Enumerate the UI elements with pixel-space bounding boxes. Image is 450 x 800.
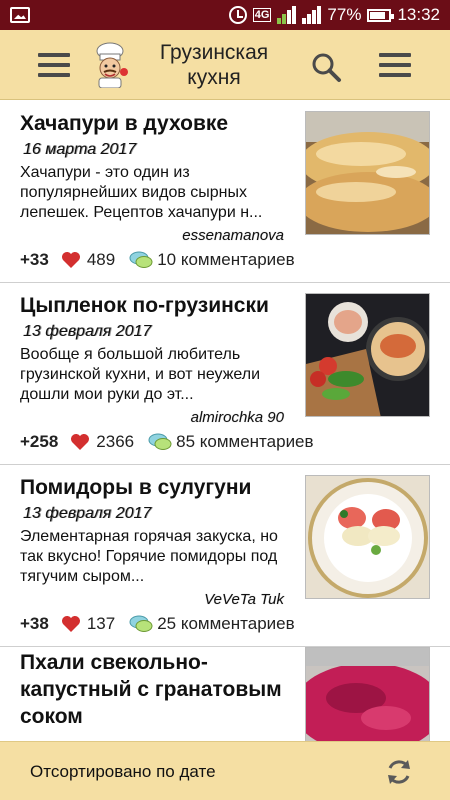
sort-label[interactable]: Отсортировано по дате: [30, 762, 216, 782]
chef-icon: [96, 42, 128, 88]
app-bar: Грузинская кухня: [0, 30, 450, 100]
recipe-author[interactable]: VeVeTa Tuk: [204, 591, 284, 608]
app-title: Грузинская кухня: [159, 41, 269, 89]
heart-icon[interactable]: [61, 615, 81, 633]
recipe-image[interactable]: [305, 647, 430, 741]
recipe-stats: +258 2366 85 комментариев: [20, 432, 314, 452]
network-type: 4G: [252, 8, 272, 22]
recipe-author[interactable]: essenamanova: [182, 227, 284, 244]
recipe-stats: +33 489 10 комментариев: [20, 250, 295, 270]
recipe-card[interactable]: Помидоры в сулугуни 13 февраля 2017 Элем…: [0, 465, 450, 647]
recipe-title[interactable]: Хачапури в духовке: [20, 111, 295, 137]
clock: 13:32: [397, 5, 440, 24]
battery-percent: 77%: [327, 5, 362, 24]
comments-icon[interactable]: [148, 432, 172, 452]
recipe-title[interactable]: Помидоры в сулугуни: [20, 475, 295, 501]
gallery-notification-icon: [10, 7, 30, 23]
recipe-excerpt: Элементарная горячая закуска, но так вку…: [20, 528, 278, 585]
recipe-date: 13 февраля 2017: [23, 323, 152, 340]
recipe-title[interactable]: Цыпленок по-грузински: [20, 293, 305, 319]
comments-icon[interactable]: [129, 250, 153, 270]
heart-icon[interactable]: [61, 251, 81, 269]
sort-bar: Отсортировано по дате: [0, 741, 450, 800]
recipe-author[interactable]: almirochka 90: [191, 409, 284, 426]
recipe-feed[interactable]: Хачапури в духовке 16 марта 2017 Хачапур…: [0, 101, 450, 741]
recipe-card[interactable]: Цыпленок по-грузински 13 февраля 2017 Во…: [0, 283, 450, 465]
recipe-image[interactable]: [305, 475, 430, 599]
recipe-card[interactable]: Пхали свекольно-капустный с гранатовым с…: [0, 647, 450, 741]
hamburger-menu-icon[interactable]: [38, 53, 70, 77]
karma-score: +38: [20, 614, 49, 633]
alarm-icon: [228, 6, 247, 24]
karma-score: +33: [20, 250, 49, 269]
list-menu-icon[interactable]: [379, 53, 411, 77]
likes-count: 489: [86, 250, 116, 269]
likes-count: 137: [86, 614, 116, 633]
likes-count: 2366: [96, 432, 135, 451]
recipe-excerpt: Вообще я большой любитель грузинской кух…: [20, 346, 261, 403]
recipe-image[interactable]: [305, 293, 430, 417]
comments-count[interactable]: 85 комментариев: [176, 432, 313, 452]
signal-icon-2: [302, 6, 322, 24]
recipe-date: 16 марта 2017: [23, 141, 137, 158]
search-icon[interactable]: [310, 51, 342, 83]
comments-count[interactable]: 10 комментариев: [157, 250, 294, 270]
karma-score: +258: [20, 432, 59, 451]
recipe-card[interactable]: Хачапури в духовке 16 марта 2017 Хачапур…: [0, 101, 450, 283]
recipe-stats: +38 137 25 комментариев: [20, 614, 295, 634]
heart-icon[interactable]: [70, 433, 90, 451]
comments-icon[interactable]: [129, 614, 153, 634]
recipe-excerpt: Хачапури - это один из популярнейших вид…: [20, 164, 263, 221]
recipe-title[interactable]: Пхали свекольно-капустный с гранатовым с…: [20, 649, 290, 730]
refresh-icon[interactable]: [383, 756, 415, 788]
signal-icon: [277, 6, 297, 24]
comments-count[interactable]: 25 комментариев: [157, 614, 294, 634]
status-bar: 4G 77% 13:32: [0, 0, 450, 30]
recipe-image[interactable]: [305, 111, 430, 235]
recipe-date: 13 февраля 2017: [23, 505, 152, 522]
battery-icon: [367, 8, 395, 22]
